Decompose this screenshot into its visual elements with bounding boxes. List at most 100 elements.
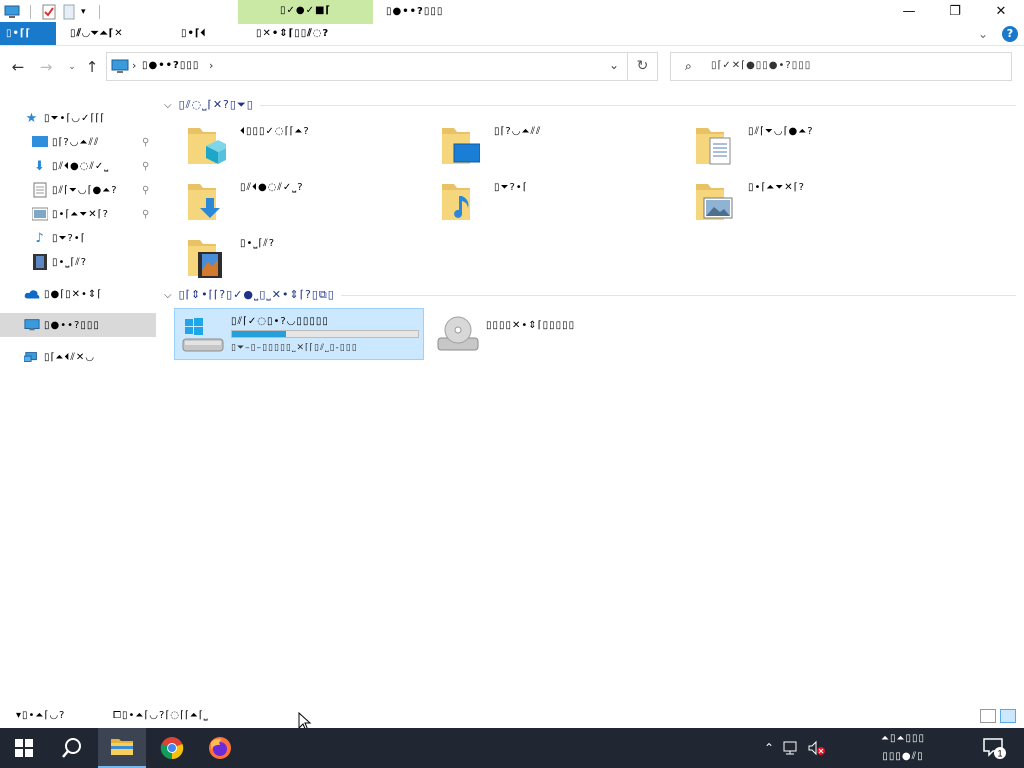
tab-view[interactable]: ▯•⌈⏴ [175,22,212,45]
volume-muted-icon[interactable] [808,740,826,756]
folder-name: ▯⫽⌈⏷◡⌈●⏶? [748,126,814,137]
toolbar-divider [30,5,31,19]
desktop-folder-icon [442,128,480,164]
minimize-button[interactable]: — [886,0,932,22]
windows-drive-icon [182,318,224,352]
file-explorer-button[interactable] [98,728,146,768]
recent-locations-dropdown[interactable]: ⌄ [62,57,82,77]
pin-icon[interactable]: ⚲ [142,185,150,196]
navpane-music[interactable]: ♪ ▯⏷?•⌈ [32,226,156,250]
folder-tile[interactable]: ▯⫽⌈⏷◡⌈●⏶? [682,120,928,172]
notification-count: 1 [997,749,1002,759]
folder-name: ▯⏷?•⌈ [494,182,528,193]
folder-tile[interactable]: ▯⌈?◡⏶⫽⫽ [428,120,674,172]
documents-icon [32,182,48,198]
up-button[interactable]: ↑ [82,57,102,77]
folder-tile[interactable]: ▯•⌈⏶⏷✕⌈? [682,176,928,228]
breadcrumb-this-pc[interactable]: ▯●••?▯▯▯ [142,60,199,71]
quick-access-toolbar: ▾ [0,2,106,22]
file-explorer-window: ▾ ▯✓●✓■⌈ ▯●••?▯▯▯ — ❐ ✕ ▯•⌈⌈ ▯⫽◡⏷⏶⌈✕ ▯•⌈… [0,0,1024,732]
pc-small-icon[interactable] [4,4,20,20]
system-tray: ⌃ [764,728,826,768]
folder-tile[interactable]: ▯⏷?•⌈ [428,176,674,228]
navpane-downloads[interactable]: ⬇ ▯⫽⏴●◌⫽✓⎵ ⚲ [32,154,156,178]
drive-tile-local-disk[interactable]: ▯⫽⌈✓◌▯•?◡▯▯▯▯▯ ▯⏷–▯–▯▯▯▯▯⎵✕⌈⌈▯⫽⎵▯-▯▯▯ [174,308,424,360]
navpane-videos[interactable]: ▯•⎵⌈⫽? [32,250,156,274]
new-folder-icon[interactable] [61,4,77,20]
navigation-pane: ★ ▯⏷•⌈◡✓⌈⌈⌈ ▯⌈?◡⏶⫽⫽ ⚲ ⬇ ▯⫽⏴●◌⫽✓⎵ ⚲ ▯⫽⌈⏷◡… [0,100,158,700]
search-button[interactable] [48,728,96,768]
drive-usage-fill [232,331,286,337]
clock[interactable]: ⏶▯⏶▯▯▯ ▯▯▯●⫽▯ [862,730,944,766]
onedrive-icon [24,286,40,302]
maximize-button[interactable]: ❐ [932,0,978,22]
close-button[interactable]: ✕ [978,0,1024,22]
pin-icon[interactable]: ⚲ [142,209,150,220]
help-icon[interactable]: ? [1002,26,1018,42]
breadcrumb-separator[interactable]: › [209,59,213,72]
navpane-onedrive[interactable]: ▯●⌈▯✕•⇕⌈ [24,282,156,306]
folder-name: ⏴▯▯▯✓◌⌈⌈⏶? [240,126,310,137]
group-divider [259,104,1016,106]
minimize-icon: — [902,3,916,19]
start-button[interactable] [0,728,48,768]
folder-name: ▯⫽⏴●◌⫽✓⎵? [240,182,304,193]
documents-folder-icon [696,128,731,165]
forward-button[interactable]: → [36,57,56,77]
navpane-item-label: ▯●⌈▯✕•⇕⌈ [44,288,103,300]
firefox-button[interactable] [196,728,244,768]
address-bar[interactable]: › ▯●••?▯▯▯ › ⌄ [106,52,628,81]
folder-icon [111,739,133,755]
search-box[interactable]: ⌕ ▯⌈✓✕⌈●▯▯●•?▯▯▯ [670,52,1012,81]
drive-usage-bar [231,330,419,338]
window-title: ▯●••?▯▯▯ [386,6,444,17]
chrome-button[interactable] [148,728,196,768]
collapse-caret-icon[interactable]: ⌵ [164,290,173,301]
contextual-tab-underline [238,22,373,24]
group-header-label: ▯⫽◌⎵⌈✕?▯⏷▯ [178,98,254,111]
customize-qat-dropdown[interactable]: ▾ [81,7,91,17]
downloads-folder-icon [188,184,220,220]
back-button[interactable]: ← [8,57,28,77]
clock-time: ⏶▯⏶▯▯▯ [880,733,925,744]
properties-icon[interactable] [41,4,57,20]
breadcrumb-separator[interactable]: › [132,59,136,72]
navigation-bar: ← → ⌄ ↑ › ▯●••?▯▯▯ › ⌄ ↻ ⌕ ▯⌈✓✕⌈●▯▯●•?▯▯… [0,47,1024,87]
folder-tile[interactable]: ▯⫽⏴●◌⫽✓⎵? [174,176,420,228]
videos-folder-icon [188,240,222,278]
show-hidden-icons-chevron-icon[interactable]: ⌃ [764,741,774,755]
details-view-icon[interactable] [980,709,996,723]
folder-tile[interactable]: ▯•⎵⌈⫽? [174,232,420,284]
tab-file[interactable]: ▯•⌈⌈ [0,22,56,45]
collapse-caret-icon[interactable]: ⌵ [164,100,173,111]
navpane-documents[interactable]: ▯⫽⌈⏷◡⌈●⏶? ⚲ [32,178,156,202]
tab-computer[interactable]: ▯⫽◡⏷⏶⌈✕ [64,22,130,45]
tab-drive-tools-manage[interactable]: ▯✕•⇕⌈▯▯⫽◌? [250,22,336,45]
refresh-button[interactable]: ↻ [628,52,658,81]
navpane-network[interactable]: ▯⌈⏶⏴⫽✕◡ [24,345,156,369]
navpane-this-pc[interactable]: ▯●••?▯▯▯ [0,313,156,337]
navpane-item-label: ▯•⎵⌈⫽? [52,256,88,268]
pictures-icon [32,206,48,222]
drives-group-header[interactable]: ⌵ ▯⌈⇕•⌈⌈?▯✓●⎵▯⎵✕•⇕⌈?▯⧉▯ [164,286,1016,304]
group-header-label: ▯⌈⇕•⌈⌈?▯✓●⎵▯⎵✕•⇕⌈?▯⧉▯ [178,288,335,301]
status-bar: ▾▯•⏶⌈◡? ⧠▯•⏶⌈◡?⌈◌⌈⌈⏶⌈⎵ [0,706,1024,728]
desktop-icon [32,134,48,150]
drive-name: ▯⫽⌈✓◌▯•?◡▯▯▯▯▯ [231,316,329,327]
address-dropdown-icon[interactable]: ⌄ [609,58,619,72]
drive-tile-dvd[interactable]: ▯▯▯▯✕•⇕⌈▯▯▯▯▯ [430,308,680,360]
firefox-icon [209,737,231,759]
network-status-icon[interactable] [782,740,800,756]
navpane-quick-access[interactable]: ★ ▯⏷•⌈◡✓⌈⌈⌈ [24,106,156,130]
expand-ribbon-icon[interactable]: ⌄ [976,27,990,41]
tiles-view-icon[interactable] [1000,709,1016,723]
folder-tile[interactable]: ⏴▯▯▯✓◌⌈⌈⏶? [174,120,420,172]
notification-center-icon[interactable]: 1 [982,736,1006,760]
folder-name: ▯•⎵⌈⫽? [240,238,276,249]
pin-icon[interactable]: ⚲ [142,161,150,172]
navpane-pictures[interactable]: ▯•⌈⏶⏷✕⌈? ⚲ [32,202,156,226]
navpane-item-label: ▯●••?▯▯▯ [44,319,100,331]
folders-group-header[interactable]: ⌵ ▯⫽◌⎵⌈✕?▯⏷▯ [164,96,1016,114]
navpane-desktop[interactable]: ▯⌈?◡⏶⫽⫽ ⚲ [32,130,156,154]
pin-icon[interactable]: ⚲ [142,137,150,148]
